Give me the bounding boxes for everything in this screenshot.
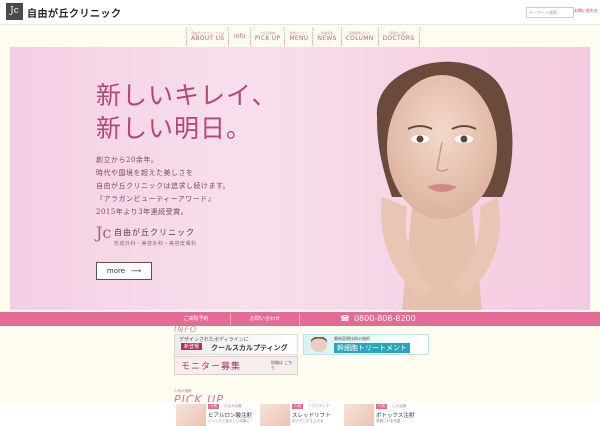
hero-clinic-departments: 形成外科・美容外科・美容皮膚科	[114, 241, 197, 247]
more-label: more	[106, 267, 126, 275]
pickup-thumbnail	[260, 404, 290, 426]
model-face-image	[376, 61, 513, 310]
hero-text-line: 時代や国境を超えた美しさを	[96, 169, 194, 177]
clinic-mark: Jc	[96, 223, 112, 242]
pickup-description: 表情じわを改善	[376, 419, 401, 423]
info-heading: INFO	[174, 325, 198, 334]
stem-cell-banner[interactable]: 最新医療技術の施術 幹細胞トリートメント	[303, 334, 429, 355]
banner-title: モニター募集	[181, 362, 242, 372]
arrow-right-icon: ⟶	[131, 267, 142, 275]
pickup-description: ふっくらと若々しい印象に	[208, 419, 250, 423]
pickup-card[interactable]: 人気 リフトアップ スレッドリフト 切らずに引き上げる	[260, 404, 335, 426]
reservation-button[interactable]: ご来院予約	[162, 313, 231, 325]
banner-title: 幹細胞トリートメント	[334, 343, 410, 353]
pickup-tag: 人気	[208, 404, 219, 409]
hero-clinic-name: 自由が丘クリニック	[114, 228, 195, 237]
pickup-category: しわ治療	[392, 404, 406, 408]
nav-label: PICK UP	[254, 34, 281, 42]
nav-item-about-us[interactable]: 自由が丘クリニックとは ABOUT US	[186, 28, 228, 45]
phone-link[interactable]: ☎ 0800-808-8200	[300, 313, 440, 325]
pickup-title: スレッドリフト	[292, 413, 331, 419]
phone-number: 0800-808-8200	[353, 314, 416, 323]
hero-title: 新しいキレイ、 新しい明日。	[96, 81, 278, 143]
nav-label: MENU	[289, 34, 309, 42]
monitor-recruit-banner[interactable]: モニター募集 詳細は こちら	[174, 356, 298, 375]
contact-link[interactable]: お問い合わせ	[574, 8, 598, 14]
nav-item-pick-up[interactable]: 人気の施術 PICK UP	[249, 28, 285, 45]
nav-label: COLUMN	[345, 34, 374, 42]
hero-banner: 新しいキレイ、 新しい明日。 創立から20余年。 時代や国境を超えた美しさを 自…	[10, 47, 590, 310]
pickup-card[interactable]: 人気 たるみ治療 ヒアルロン酸注射 ふっくらと若々しい印象に	[176, 404, 252, 426]
nav-item-doctors[interactable]: 医師のご紹介 DOCTORS	[377, 28, 420, 45]
pickup-category: たるみ治療	[224, 404, 242, 408]
pickup-tag: 人気	[376, 404, 387, 409]
clinic-logo[interactable]: Jc	[6, 3, 23, 20]
nav-item-menu[interactable]: 施術メニュー MENU	[284, 28, 312, 45]
pickup-description: 切らずに引き上げる	[292, 419, 324, 423]
pickup-title: ボトックス注射	[376, 413, 415, 419]
nav-item-info[interactable]: info	[228, 28, 249, 45]
brand-name[interactable]: 自由が丘クリニック	[27, 5, 122, 20]
nav-item-news[interactable]: 新着情報 NEWS	[312, 28, 340, 45]
pickup-card[interactable]: 人気 しわ治療 ボトックス注射 表情じわを改善	[344, 404, 419, 426]
pickup-title: ヒアルロン酸注射	[208, 413, 252, 419]
banner-title: クールスカルプティング	[211, 344, 288, 352]
nav-item-column[interactable]: 医師監修コラム COLUMN	[340, 28, 378, 45]
hero-text-line: 自由が丘クリニックは追求し続けます。	[96, 182, 231, 190]
pickup-thumbnail	[344, 404, 374, 426]
pickup-category: リフトアップ	[308, 404, 329, 408]
hero-text-line: 2015年より3年連続受賞。	[96, 208, 189, 216]
hero-text-line: 創立から20余年。	[96, 156, 159, 164]
phone-icon: ☎	[340, 314, 350, 323]
new-badge: 新登場	[181, 343, 203, 350]
coolsculpting-banner[interactable]: デザインされたボディラインに 新登場 クールスカルプティング	[174, 334, 298, 355]
model-thumbnail-icon	[311, 337, 327, 352]
main-nav: 自由が丘クリニックとは ABOUT US info 人気の施術 PICK UP …	[186, 28, 420, 45]
more-button[interactable]: more ⟶	[96, 262, 152, 280]
nav-label: DOCTORS	[382, 34, 415, 42]
nav-label: info	[233, 32, 246, 40]
inquiry-button[interactable]: お問い合わせ	[231, 313, 300, 325]
nav-label: ABOUT US	[191, 34, 225, 42]
search-input[interactable]: キーワード検索	[526, 7, 574, 18]
pickup-tag: 人気	[292, 404, 303, 409]
hero-text-line: 『アラガンビューティーアワード』	[96, 195, 216, 203]
banner-details-link: 詳細は こちら	[271, 360, 293, 370]
banner-caption: 最新医療技術の施術	[334, 336, 370, 341]
nav-label: NEWS	[317, 34, 337, 42]
banner-caption: デザインされたボディラインに	[179, 337, 249, 343]
pickup-thumbnail	[176, 404, 206, 426]
